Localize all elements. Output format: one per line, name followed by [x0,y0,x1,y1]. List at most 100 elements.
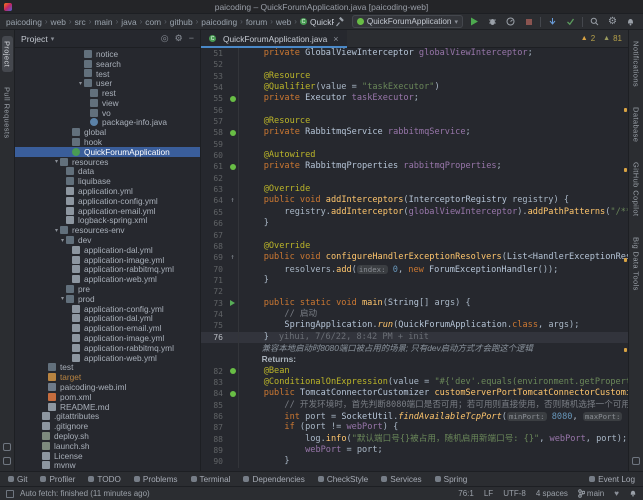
tree-item[interactable]: License [15,451,200,461]
tree-item[interactable]: global [15,127,200,137]
git-update-icon[interactable] [546,15,559,28]
build-hammer-icon[interactable] [334,15,347,28]
toolwindow-bar-item[interactable]: Services [381,475,421,484]
toolwindow-bar-item[interactable]: Git [8,475,27,484]
tree-item[interactable]: application-web.yml [15,353,200,363]
stripe-mark[interactable] [624,348,627,352]
inspections-widget[interactable]: ▲ 2 ▲ 81 [581,34,622,43]
code-editor[interactable]: 51 private GlobalViewInterceptor globalV… [201,48,628,468]
locate-file-icon[interactable]: ◎ [161,33,169,44]
bean-gutter-icon[interactable] [227,127,239,138]
toolwindow-bar-item[interactable]: CheckStyle [318,475,368,484]
tree-item[interactable]: view [15,98,200,108]
breadcrumb-item[interactable]: com [145,17,161,27]
toolwindow-bar-item[interactable]: TODO [88,475,121,484]
tree-item[interactable]: data [15,167,200,177]
tree-item[interactable]: application-email.yml [15,323,200,333]
tree-item[interactable]: application.yml [15,186,200,196]
tree-item[interactable]: mvnw [15,460,200,470]
stripe-mark[interactable] [624,258,627,262]
tree-item[interactable]: vo [15,108,200,118]
toolwindow-switcher-icon[interactable] [6,490,14,498]
error-stripe[interactable] [623,48,628,471]
tree-item[interactable]: launch.sh [15,441,200,451]
tree-item[interactable]: application-image.yml [15,255,200,265]
stripe-mark[interactable] [624,108,627,112]
toolwindow-bar-item[interactable]: Profiler [40,475,75,484]
tree-item[interactable]: ▾user [15,78,200,88]
tree-item[interactable]: ▾dev [15,235,200,245]
terminal-stripe-icon[interactable] [3,443,11,451]
tree-item[interactable]: test [15,363,200,373]
breadcrumb-item[interactable]: forum [246,17,267,27]
tree-item[interactable]: ▾resources [15,157,200,167]
tree-item[interactable]: notice [15,49,200,59]
tree-item[interactable]: pre [15,284,200,294]
profiler-button[interactable] [504,15,517,28]
stripe-mark[interactable] [624,168,627,172]
bean-gutter-icon[interactable] [227,161,239,172]
todo-stripe-icon[interactable] [3,457,11,465]
tree-item[interactable]: application-dal.yml [15,245,200,255]
file-encoding[interactable]: UTF-8 [503,489,526,498]
status-bell-icon[interactable] [629,489,637,499]
tree-item[interactable]: test [15,69,200,79]
breadcrumb-item[interactable]: QuickForumApplication [300,17,334,27]
caret-position[interactable]: 76:1 [458,489,474,498]
toolwindow-bar-item[interactable]: Spring [435,475,468,484]
breadcrumb-item[interactable]: src [75,17,86,27]
tree-item[interactable]: application-config.yml [15,304,200,314]
toolwindow-bar-item[interactable]: Terminal [191,475,231,484]
breadcrumb-item[interactable]: paicoding [201,17,237,27]
notifications-bell-icon[interactable] [624,15,637,28]
tree-item[interactable]: target [15,372,200,382]
close-icon[interactable]: × [333,34,338,44]
stop-button[interactable] [522,15,535,28]
panel-settings-icon[interactable]: ⚙ [175,33,183,44]
toolwindow-button[interactable]: Pull Requests [2,82,13,143]
tree-item[interactable]: application-dal.yml [15,314,200,324]
toolwindow-button[interactable]: Notifications [631,36,642,92]
breadcrumb-item[interactable]: web [276,17,291,27]
git-branch-widget[interactable]: main [578,489,604,498]
tree-item[interactable]: search [15,59,200,69]
tree-item[interactable]: hook [15,137,200,147]
breadcrumb-item[interactable]: paicoding [6,17,42,27]
indent-setting[interactable]: 4 spaces [536,489,568,498]
bean-gutter-icon[interactable] [227,366,239,377]
breadcrumb-item[interactable]: main [94,17,112,27]
tree-item[interactable]: application-web.yml [15,274,200,284]
tree-item[interactable]: application-email.yml [15,206,200,216]
tree-item[interactable]: application-rabbitmq.yml [15,265,200,275]
project-panel-title[interactable]: Project [21,34,48,44]
tree-item[interactable]: ▾prod [15,294,200,304]
run-button[interactable] [468,15,481,28]
bean-gutter-icon[interactable] [227,93,239,104]
tree-item[interactable]: liquibase [15,176,200,186]
tree-item[interactable]: package-info.java [15,118,200,128]
breadcrumb-item[interactable]: github [170,17,193,27]
tree-item[interactable]: pom.xml [15,392,200,402]
tree-item[interactable]: README.md [15,402,200,412]
run-config-selector[interactable]: QuickForumApplication ▾ [352,15,463,28]
tree-item[interactable]: application-image.yml [15,333,200,343]
toolwindow-button[interactable]: Project [2,36,13,72]
heart-icon[interactable]: ♥ [614,489,619,498]
git-commit-icon[interactable] [564,15,577,28]
override-gutter-icon[interactable]: ↑ [227,252,239,263]
tree-item[interactable]: ▾resources-env [15,225,200,235]
breadcrumb-item[interactable]: java [121,17,136,27]
tree-item[interactable]: QuickForumApplication [15,147,200,157]
toolwindow-button[interactable]: GitHub Copilot [631,157,642,221]
settings-gear-icon[interactable]: ⚙ [606,15,619,28]
hide-panel-icon[interactable]: − [189,33,194,44]
tree-item[interactable]: paicoding-web.iml [15,382,200,392]
toolwindow-bar-item[interactable]: Dependencies [243,475,304,484]
bean-gutter-icon[interactable] [227,388,239,399]
tree-item[interactable]: application-rabbitmq.yml [15,343,200,353]
tree-item[interactable]: .gitignore [15,421,200,431]
override-gutter-icon[interactable]: ↑ [227,195,239,206]
search-icon[interactable] [588,15,601,28]
editor-tab[interactable]: QuickForumApplication.java × [201,30,347,48]
tree-item[interactable]: logback-spring.xml [15,216,200,226]
